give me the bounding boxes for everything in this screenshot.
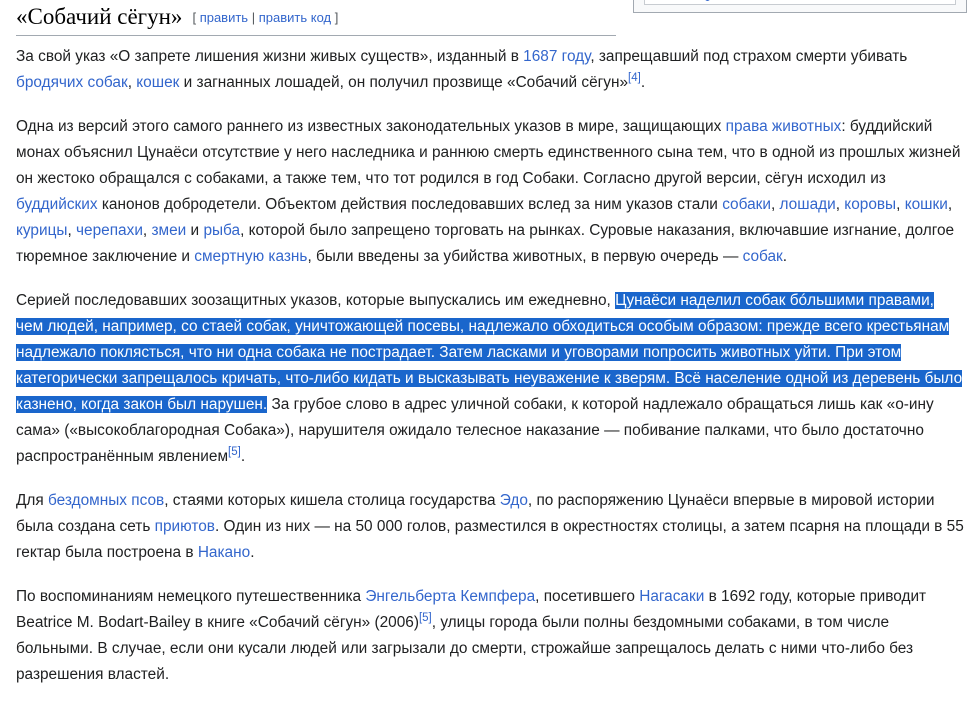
infobox-image-frame <box>644 0 956 5</box>
text: , посетившего <box>535 587 640 605</box>
text: и загнанных лошадей, он получил прозвище… <box>179 74 629 92</box>
link-buddhist[interactable]: буддийских <box>16 196 98 213</box>
link-1687[interactable]: 1687 году <box>523 48 590 65</box>
link-dogs[interactable]: собаки <box>722 196 771 213</box>
paragraph-versions: Одна из версий этого самого раннего из и… <box>16 114 964 271</box>
link-dogs-2[interactable]: собак <box>743 248 783 265</box>
edit-link[interactable]: править <box>200 10 248 25</box>
text: Для <box>16 491 49 509</box>
text: По воспоминаниям немецкого путешественни… <box>16 587 366 605</box>
text: , <box>127 74 137 92</box>
link-death-penalty[interactable]: смертную казнь <box>194 248 307 265</box>
edit-code-link[interactable]: править код <box>259 10 331 25</box>
bracket-close: ] <box>334 10 339 25</box>
link-homeless-dogs[interactable]: бездомных псов <box>48 492 164 509</box>
text: и <box>186 222 204 240</box>
reference-link-4[interactable]: [4] <box>628 72 641 84</box>
text: . <box>782 248 788 266</box>
reference-link-5b[interactable]: [5] <box>419 612 432 624</box>
text: Серией последовавших зоозащитных указов,… <box>16 291 616 309</box>
text: канонов добродетели. Объектом действия п… <box>97 195 723 213</box>
bracket-open: [ <box>192 10 197 25</box>
text: , <box>835 195 845 213</box>
link-cats[interactable]: кошки <box>905 196 948 213</box>
link-cats[interactable]: кошек <box>136 74 179 91</box>
article-body: За свой указ «О запрете лишения жизни жи… <box>16 44 964 706</box>
selected-text[interactable]: Цунаёси наделил собак бóльшими правами, … <box>16 291 963 414</box>
text: , <box>770 195 780 213</box>
link-chickens[interactable]: курицы <box>16 222 67 239</box>
reference: [4] <box>628 72 641 84</box>
link-fish[interactable]: рыба <box>203 222 240 239</box>
link-snakes[interactable]: змеи <box>151 222 186 239</box>
link-horses[interactable]: лошади <box>780 196 836 213</box>
reference-link-5[interactable]: [5] <box>228 446 241 459</box>
link-nagasaki[interactable]: Нагасаки <box>639 588 704 605</box>
link-kaempfer[interactable]: Энгельберта Кемпфера <box>365 588 535 605</box>
link-shelters[interactable]: приютов <box>155 518 215 535</box>
edit-section-links: [ править | править код ] <box>192 10 338 25</box>
text: , запрещавший под страхом смерти убивать <box>590 48 908 65</box>
section-title: «Собачий сёгун» <box>16 4 183 29</box>
link-animal-rights[interactable]: права животных <box>726 118 842 135</box>
infobox-bottom-edge <box>633 0 967 13</box>
text: Одна из версий этого самого раннего из и… <box>16 117 726 135</box>
text: . <box>640 74 646 92</box>
link-cows[interactable]: коровы <box>844 196 896 213</box>
reference: [5] <box>228 446 241 459</box>
text: , были введены за убийства животных, в п… <box>307 248 743 266</box>
text: . <box>240 448 246 466</box>
paragraph-kaempfer: По воспоминаниям немецкого путешественни… <box>16 584 964 688</box>
link-nakano[interactable]: Накано <box>198 544 250 561</box>
section-heading: «Собачий сёгун» [ править | править код ] <box>16 2 616 36</box>
reference: [5] <box>419 612 432 624</box>
text: , <box>947 195 953 213</box>
text: , стаями которых кишела столица государс… <box>164 491 500 509</box>
text: , <box>896 195 905 213</box>
paragraph-decree: За свой указ «О запрете лишения жизни жи… <box>16 44 964 96</box>
text: , <box>67 222 77 240</box>
separator: | <box>251 10 256 25</box>
text: . <box>250 544 255 562</box>
paragraph-decrees-series: Серией последовавших зоозащитных указов,… <box>16 288 964 471</box>
text: За свой указ «О запрете лишения жизни жи… <box>16 48 524 65</box>
map-marker-icon <box>705 0 710 1</box>
link-stray-dogs[interactable]: бродячих собак <box>16 74 128 91</box>
link-edo[interactable]: Эдо <box>500 492 528 509</box>
link-turtles[interactable]: черепахи <box>76 222 143 239</box>
paragraph-shelters: Для бездомных псов, стаями которых кишел… <box>16 488 964 566</box>
